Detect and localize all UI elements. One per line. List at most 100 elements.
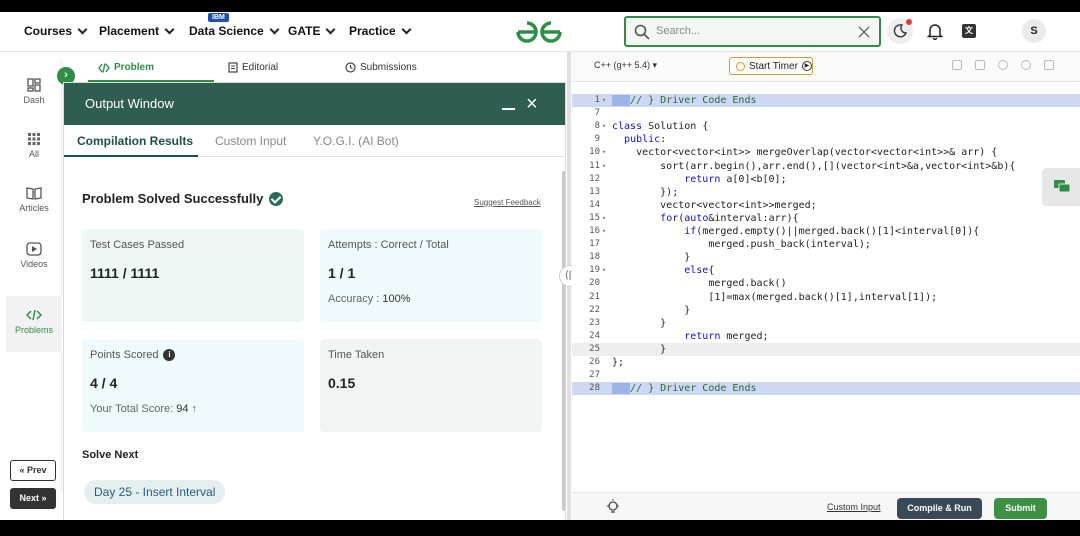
reset-icon[interactable] <box>1021 60 1031 70</box>
sidebar-item-problems[interactable]: Problems <box>6 296 62 352</box>
tab-yogi-ai-bot[interactable]: Y.O.G.I. (AI Bot) <box>313 134 399 148</box>
code-text: [1]=max(merged.back()[1],interval[1]); <box>612 291 938 303</box>
code-editor[interactable]: 1 ▾ // } Driver Code Ends 7 8 ▾ class Solutio… <box>572 82 1080 492</box>
clear-icon[interactable] <box>858 26 870 38</box>
scrollbar[interactable] <box>562 171 565 511</box>
card-label: Attempts : Correct / Total <box>328 239 449 251</box>
video-icon <box>26 242 42 256</box>
code-line[interactable]: 7 <box>572 107 1080 120</box>
output-window: Output Window × Compilation Results Cust… <box>63 82 566 520</box>
fold-arrow-icon[interactable]: ▾ <box>602 146 606 159</box>
document-icon <box>228 62 238 73</box>
lightbulb-icon[interactable] <box>606 499 620 515</box>
copy-icon[interactable] <box>952 60 962 70</box>
fold-arrow-icon[interactable]: ▾ <box>602 160 606 173</box>
search-input[interactable]: Search... <box>656 25 700 37</box>
code-line[interactable]: 26}; <box>572 356 1080 369</box>
nav-courses[interactable]: Courses <box>24 24 88 38</box>
chevron-down-icon <box>77 24 88 34</box>
fold-arrow-icon[interactable]: ▾ <box>602 225 606 238</box>
code-line[interactable]: 18 } <box>572 251 1080 264</box>
tab-editorial[interactable]: Editorial <box>228 62 278 73</box>
code-line[interactable]: 1 ▾ // } Driver Code Ends <box>572 94 1080 107</box>
chat-button[interactable] <box>1042 168 1080 206</box>
code-line[interactable]: 8 ▾ class Solution { <box>572 120 1080 133</box>
line-number: 14 <box>589 199 600 210</box>
code-line[interactable]: 23 } <box>572 317 1080 330</box>
code-line[interactable]: 25 } <box>572 342 1080 356</box>
code-line[interactable]: 20 merged.back() <box>572 277 1080 290</box>
line-number: 18 <box>589 252 600 263</box>
suggest-feedback-link[interactable]: Suggest Feedback <box>474 198 541 207</box>
moon-icon <box>893 24 907 38</box>
theme-toggle[interactable] <box>887 18 913 44</box>
tab-submissions[interactable]: Submissions <box>345 62 417 73</box>
fold-arrow-icon[interactable]: ▾ <box>602 120 606 133</box>
bell-icon[interactable] <box>926 22 944 40</box>
nav-practice[interactable]: Practice <box>349 24 412 38</box>
code-line[interactable]: 22 } <box>572 304 1080 317</box>
tab-problem[interactable]: Problem <box>98 62 154 73</box>
tab-custom-input[interactable]: Custom Input <box>215 134 286 148</box>
code-line[interactable]: 10 ▾ vector<vector<int>> mergeOverlap(vec… <box>572 146 1080 159</box>
nav-gate[interactable]: GATE <box>288 24 336 38</box>
test-cases-value: 1111 / 1111 <box>90 265 160 281</box>
code-line[interactable]: 11 ▾ sort(arr.begin(),arr.end(),[](vector… <box>572 160 1080 173</box>
accuracy-value: 100% <box>382 293 411 305</box>
avatar[interactable]: S <box>1022 19 1046 43</box>
fullscreen-icon[interactable] <box>1044 60 1054 70</box>
sidebar-item-videos[interactable]: Videos <box>6 242 62 269</box>
tab-compilation-results[interactable]: Compilation Results <box>77 134 193 148</box>
code-line[interactable]: 16 ▾ if(merged.empty()||merged.back()[1]<… <box>572 225 1080 238</box>
code-line[interactable]: 14 vector<vector<int>>merged; <box>572 199 1080 212</box>
minimize-icon[interactable] <box>502 108 515 110</box>
line-number: 7 <box>594 108 600 119</box>
fold-arrow-icon[interactable]: ▾ <box>602 94 606 107</box>
line-number: 21 <box>589 291 600 302</box>
output-window-title: Output Window <box>85 96 174 111</box>
code-line[interactable]: 12 return a[0]<b[0]; <box>572 173 1080 186</box>
search-box[interactable]: Search... <box>624 16 881 47</box>
active-tab-indicator <box>64 155 198 157</box>
fold-arrow-icon[interactable]: ▾ <box>602 212 606 225</box>
code-text: for(auto&interval:arr){ <box>660 212 799 224</box>
language-select[interactable]: C++ (g++ 5.4) ▾ <box>594 60 657 71</box>
compile-run-button[interactable]: Compile & Run <box>897 498 982 519</box>
line-number: 24 <box>589 330 600 341</box>
sidebar-item-articles[interactable]: Articles <box>6 186 62 213</box>
code-line[interactable]: 28 // } Driver Code Ends <box>572 382 1080 396</box>
info-icon[interactable]: i <box>163 349 176 361</box>
paste-icon[interactable] <box>975 60 985 70</box>
next-problem-link[interactable]: Day 25 - Insert Interval <box>84 480 226 504</box>
fold-arrow-icon[interactable]: ▾ <box>602 264 606 277</box>
submit-button[interactable]: Submit <box>994 498 1047 519</box>
sidebar-item-dash[interactable]: Dash <box>6 78 62 105</box>
code-line[interactable]: 13 }); <box>572 186 1080 199</box>
close-icon[interactable]: × <box>526 94 538 114</box>
code-line[interactable]: 15 ▾ for(auto&interval:arr){ <box>572 212 1080 225</box>
code-line[interactable]: 21 [1]=max(merged.back()[1],interval[1])… <box>572 291 1080 304</box>
next-button[interactable]: Next » <box>10 488 56 509</box>
line-number: 15 <box>589 212 600 223</box>
line-number: 13 <box>589 186 600 197</box>
prev-button[interactable]: « Prev <box>10 460 56 481</box>
sidebar-item-all[interactable]: All <box>6 132 62 159</box>
notification-dot <box>906 19 912 25</box>
editor-toolbar: C++ (g++ 5.4) ▾ Start Timer ▶ <box>572 52 1080 82</box>
solve-next-heading: Solve Next <box>82 449 139 461</box>
code-text: }); <box>612 186 679 198</box>
settings-icon[interactable] <box>998 60 1008 70</box>
nav-placement[interactable]: Placement <box>99 24 175 38</box>
code-line[interactable]: 9 public: <box>572 133 1080 146</box>
editor-actions <box>952 60 1054 70</box>
code-line[interactable]: 17 merged.push_back(interval); <box>572 238 1080 251</box>
start-timer-button[interactable]: Start Timer ▶ <box>729 57 813 75</box>
code-line[interactable]: 24 return merged; <box>572 330 1080 343</box>
translate-icon[interactable]: 文 <box>962 24 976 38</box>
code-line[interactable]: 19 ▾ else{ <box>572 264 1080 277</box>
code-line[interactable]: 27 <box>572 369 1080 382</box>
nav-data-science[interactable]: Data Science <box>189 24 280 38</box>
gfg-logo[interactable] <box>514 19 564 45</box>
custom-input-link[interactable]: Custom Input <box>827 502 881 512</box>
timer-label: Start Timer <box>749 60 798 72</box>
